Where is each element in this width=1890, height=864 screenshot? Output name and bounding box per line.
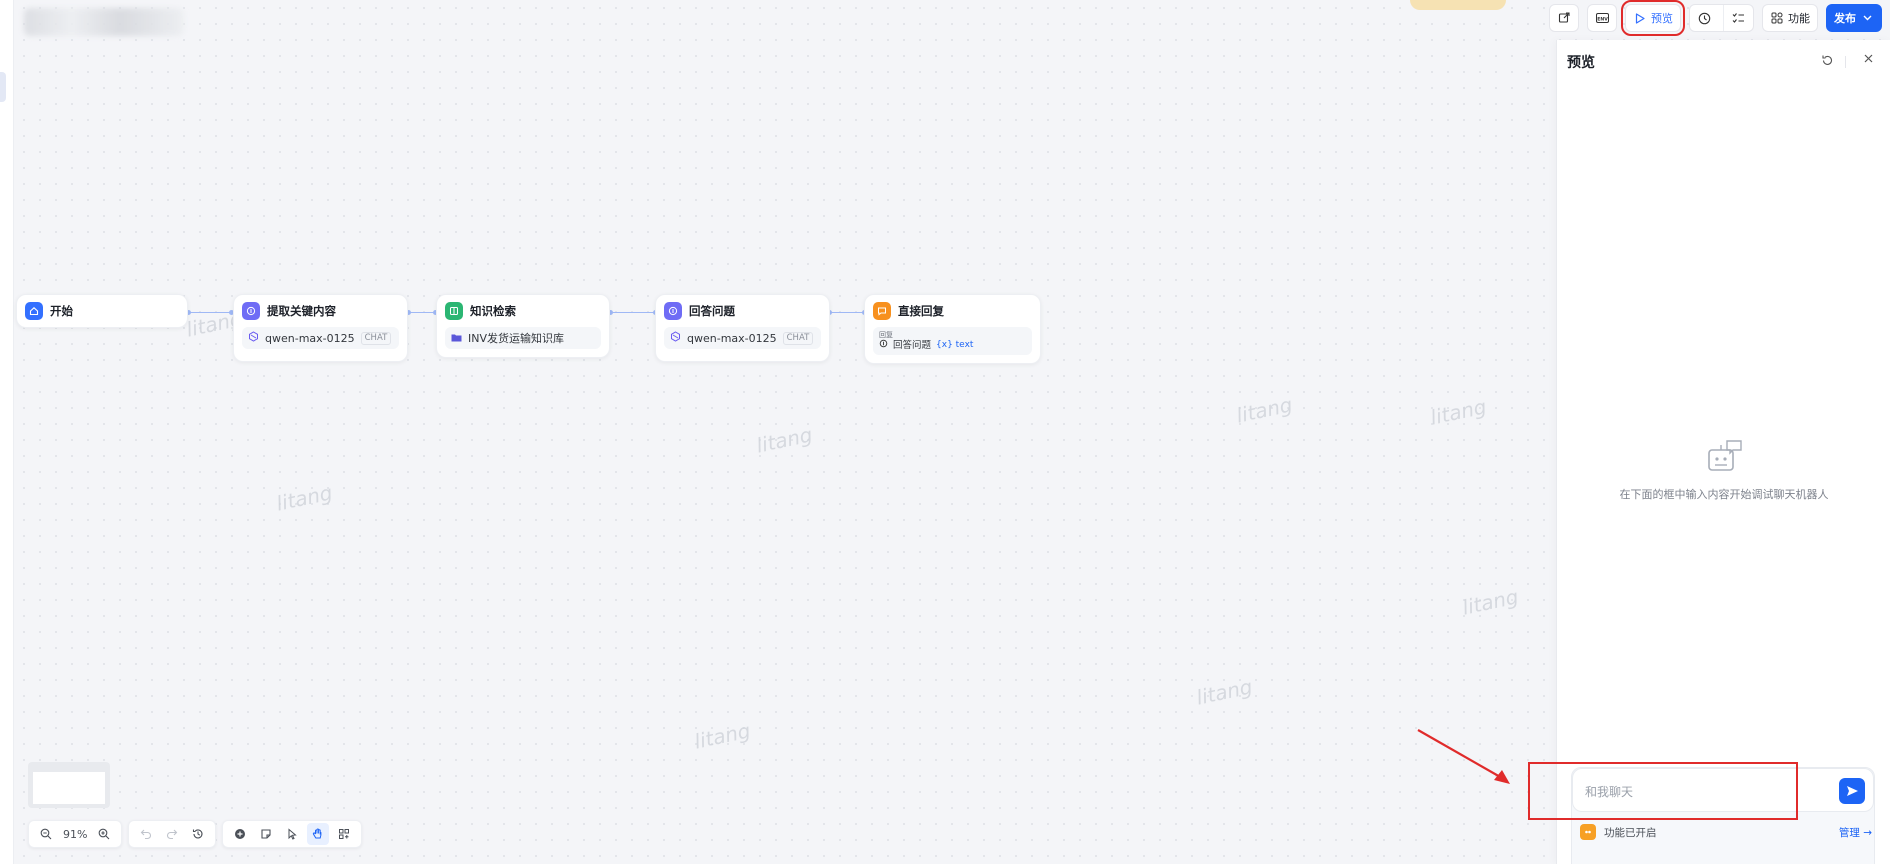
top-toolbar: ENV 预览 功能 发布	[1549, 0, 1882, 36]
zoom-group: 91%	[28, 820, 123, 848]
node-title: 知识检索	[470, 304, 516, 318]
panel-title: 预览	[1567, 55, 1595, 71]
model-name: qwen-max-0125	[687, 331, 777, 345]
reply-label: 回复	[879, 331, 893, 339]
model-selector[interactable]: qwen-max-0125 CHAT	[242, 327, 399, 349]
zoom-in-icon[interactable]	[93, 823, 115, 845]
dataset-item[interactable]: INV发货运输知识库	[445, 327, 601, 349]
chat-input[interactable]	[1585, 781, 1835, 803]
model-icon	[248, 331, 259, 345]
preview-button[interactable]: 预览	[1621, 0, 1685, 36]
version-history-icon[interactable]	[187, 823, 209, 845]
publish-label: 发布	[1834, 12, 1856, 25]
minimap-viewport[interactable]	[33, 772, 105, 804]
folder-icon	[451, 332, 462, 345]
node-title: 回答问题	[689, 304, 735, 318]
send-button[interactable]	[1839, 778, 1865, 804]
llm-icon	[664, 302, 682, 320]
zoom-level[interactable]: 91%	[61, 828, 89, 841]
chat-composer: 功能已开启 管理 →	[1571, 767, 1875, 864]
model-selector[interactable]: qwen-max-0125 CHAT	[664, 327, 821, 349]
llm-icon	[242, 302, 260, 320]
tools-group	[222, 820, 363, 848]
refresh-icon[interactable]	[1821, 54, 1834, 71]
model-icon	[670, 331, 681, 345]
left-rail-tab[interactable]	[0, 72, 6, 102]
close-icon[interactable]	[1863, 52, 1874, 68]
node-title: 直接回复	[898, 304, 944, 318]
node-knowledge-retrieval[interactable]: 知识检索 INV发货运输知识库	[436, 294, 610, 358]
model-tag: CHAT	[782, 331, 814, 345]
edge	[189, 312, 233, 313]
history-icon	[1698, 12, 1711, 24]
chevron-down-icon	[1860, 11, 1874, 25]
app-title-blurred	[24, 8, 184, 36]
left-rail	[0, 0, 14, 864]
layout-icon[interactable]	[333, 823, 355, 845]
export-button[interactable]	[1549, 4, 1579, 32]
canvas-controls: 91%	[28, 820, 363, 848]
features-button[interactable]: 功能	[1762, 4, 1818, 32]
node-direct-reply[interactable]: 直接回复 回复 回答问题 {x} text	[864, 294, 1041, 364]
edge	[830, 312, 866, 313]
dataset-name: INV发货运输知识库	[468, 332, 564, 345]
chatbot-icon	[1705, 438, 1745, 478]
env-button[interactable]: ENV	[1587, 4, 1617, 32]
grid-icon	[1770, 11, 1784, 25]
node-answer-question[interactable]: 回答问题 qwen-max-0125 CHAT	[655, 294, 830, 362]
run-history-button[interactable]	[1690, 5, 1719, 31]
reply-icon	[873, 302, 891, 320]
model-name: qwen-max-0125	[265, 331, 355, 345]
features-status-row: 功能已开启 管理 →	[1580, 821, 1872, 843]
chat-input-wrapper	[1572, 768, 1874, 812]
divider	[1845, 56, 1846, 68]
empty-hint: 在下面的框中输入内容开始调试聊天机器人	[1619, 488, 1829, 501]
minimap[interactable]	[28, 762, 110, 808]
add-node-icon[interactable]	[229, 823, 251, 845]
features-status: 功能已开启	[1604, 826, 1657, 839]
node-start[interactable]: 开始	[16, 294, 188, 328]
reply-content[interactable]: 回复 回答问题 {x} text	[873, 327, 1032, 355]
hand-icon[interactable]	[307, 823, 330, 845]
checklist-button[interactable]	[1723, 5, 1753, 31]
book-icon	[445, 302, 463, 320]
edge	[611, 312, 657, 313]
svg-text:ENV: ENV	[1597, 16, 1608, 22]
model-tag: CHAT	[360, 331, 392, 345]
llm-small-icon	[879, 339, 888, 352]
manage-link[interactable]: 管理 →	[1839, 825, 1872, 840]
feature-icon	[1580, 824, 1596, 840]
node-title: 开始	[50, 304, 73, 318]
run-history-group	[1689, 4, 1754, 32]
node-extract-key-content[interactable]: 提取关键内容 qwen-max-0125 CHAT	[233, 294, 408, 362]
zoom-out-icon[interactable]	[35, 823, 57, 845]
undo-icon[interactable]	[135, 823, 157, 845]
add-note-icon[interactable]	[255, 823, 277, 845]
pointer-icon[interactable]	[281, 823, 303, 845]
home-icon	[25, 302, 43, 320]
features-label: 功能	[1788, 12, 1810, 25]
publish-button[interactable]: 发布	[1826, 4, 1882, 32]
decorative-sticker	[1410, 0, 1506, 10]
node-title: 提取关键内容	[267, 304, 336, 318]
reply-variable: {x} text	[936, 340, 974, 350]
checklist-icon	[1732, 13, 1744, 23]
preview-panel: 预览 在下面的框中输入内容开始调试聊天机器人 功能已开启 管理 →	[1556, 40, 1890, 864]
reply-source: 回答问题	[893, 340, 932, 351]
env-icon: ENV	[1595, 11, 1609, 25]
history-group	[128, 820, 217, 848]
send-icon	[1846, 786, 1858, 796]
redo-icon[interactable]	[161, 823, 183, 845]
annotation-arrow	[1417, 729, 1510, 784]
export-icon	[1557, 11, 1571, 25]
preview-label: 预览	[1651, 12, 1673, 25]
play-icon	[1633, 11, 1647, 25]
